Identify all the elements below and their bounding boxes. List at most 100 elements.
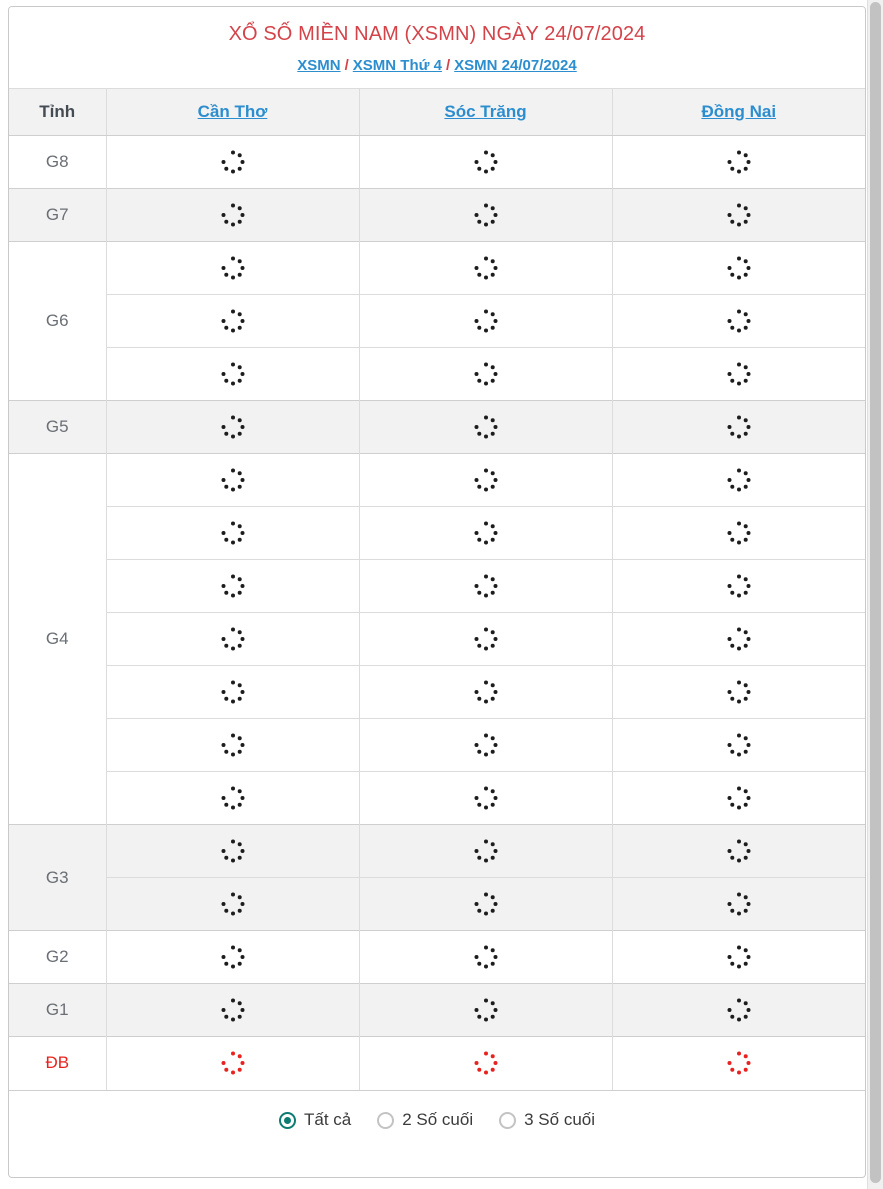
column-header-tinh: Tỉnh <box>9 88 107 136</box>
result-cell <box>106 400 360 454</box>
result-cell <box>612 877 865 931</box>
loading-spinner <box>726 202 752 228</box>
loading-spinner <box>473 149 499 175</box>
result-cell <box>359 347 613 401</box>
result-cell <box>359 506 613 560</box>
loading-spinner <box>220 891 246 917</box>
column-header-can-tho: Cần Thơ <box>106 88 360 136</box>
loading-spinner <box>220 944 246 970</box>
loading-spinner <box>726 626 752 652</box>
result-cell <box>359 718 613 772</box>
loading-spinner <box>473 785 499 811</box>
result-cell <box>359 400 613 454</box>
results-table: Tỉnh Cần Thơ Sóc Trăng Đồng Nai G8 G7 G6 G5… <box>9 88 865 1090</box>
vertical-scrollbar[interactable] <box>867 0 883 1189</box>
radio-label-2-so-cuoi: 2 Số cuối <box>402 1110 474 1129</box>
result-cell <box>106 824 360 878</box>
prize-label-g2: G2 <box>9 930 107 984</box>
result-cell <box>106 612 360 666</box>
table-row <box>9 612 865 666</box>
loading-spinner <box>220 573 246 599</box>
radio-option-tat-ca[interactable]: Tất cả <box>278 1110 351 1130</box>
prize-label-đb: ĐB <box>9 1036 107 1090</box>
loading-spinner <box>220 838 246 864</box>
result-cell <box>612 559 865 613</box>
result-cell <box>612 506 865 560</box>
province-link-can-tho[interactable]: Cần Thơ <box>198 102 268 121</box>
table-row: G2 <box>9 930 865 984</box>
result-cell <box>106 930 360 984</box>
radio-option-3-so-cuoi[interactable]: 3 Số cuối <box>499 1110 595 1130</box>
table-row <box>9 347 865 401</box>
table-row: G5 <box>9 400 865 454</box>
table-header-row: Tỉnh Cần Thơ Sóc Trăng Đồng Nai <box>9 88 865 136</box>
table-row <box>9 294 865 348</box>
result-cell <box>359 135 613 189</box>
result-cell <box>359 559 613 613</box>
result-cell <box>612 1036 865 1090</box>
table-row: G4 <box>9 453 865 825</box>
result-cell <box>612 135 865 189</box>
scrollbar-thumb[interactable] <box>870 2 881 1183</box>
result-cell <box>359 930 613 984</box>
filter-footer: Tất cả 2 Số cuối 3 Số cuối <box>9 1089 865 1150</box>
loading-spinner <box>726 149 752 175</box>
result-cell <box>106 559 360 613</box>
breadcrumb-link-xsmn[interactable]: XSMN <box>297 57 340 74</box>
breadcrumb-link-xsmn-date[interactable]: XSMN 24/07/2024 <box>454 57 577 74</box>
result-cell <box>359 1036 613 1090</box>
result-cell <box>612 930 865 984</box>
loading-spinner <box>473 838 499 864</box>
loading-spinner <box>220 255 246 281</box>
result-header: XỔ SỐ MIỀN NAM (XSMN) NGÀY 24/07/2024 XS… <box>9 7 865 88</box>
loading-spinner <box>726 838 752 864</box>
radio-indicator-tat-ca[interactable] <box>278 1111 296 1129</box>
radio-indicator-3-so-cuoi[interactable] <box>499 1111 517 1129</box>
result-cell <box>106 1036 360 1090</box>
loading-spinner <box>473 732 499 758</box>
radio-indicator-2-so-cuoi[interactable] <box>377 1111 395 1129</box>
table-row: G8 <box>9 135 865 189</box>
loading-spinner <box>726 944 752 970</box>
result-cell <box>612 718 865 772</box>
loading-spinner <box>726 520 752 546</box>
province-link-soc-trang[interactable]: Sóc Trăng <box>444 102 526 121</box>
loading-spinner <box>473 997 499 1023</box>
loading-spinner <box>220 414 246 440</box>
table-row <box>9 771 865 825</box>
loading-spinner <box>220 149 246 175</box>
loading-spinner <box>473 308 499 334</box>
results-table-body: G8 G7 G6 G5 G4 G3 G2 G1 ĐB <box>9 135 865 1090</box>
loading-spinner <box>726 997 752 1023</box>
loading-spinner <box>726 308 752 334</box>
radio-option-2-so-cuoi[interactable]: 2 Số cuối <box>377 1110 473 1130</box>
radio-label-3-so-cuoi: 3 Số cuối <box>524 1110 596 1129</box>
result-cell <box>359 665 613 719</box>
result-cell <box>359 241 613 295</box>
loading-spinner <box>220 1050 246 1076</box>
prize-label-g6: G6 <box>9 241 107 401</box>
loading-spinner <box>220 997 246 1023</box>
loading-spinner <box>473 361 499 387</box>
loading-spinner <box>220 308 246 334</box>
result-cell <box>612 347 865 401</box>
loading-spinner <box>220 626 246 652</box>
breadcrumb-link-xsmn-thu-4[interactable]: XSMN Thứ 4 <box>353 57 442 74</box>
breadcrumb-separator: / <box>445 57 451 74</box>
loading-spinner <box>726 414 752 440</box>
result-cell <box>106 241 360 295</box>
result-cell <box>106 718 360 772</box>
table-row <box>9 665 865 719</box>
loading-spinner <box>473 891 499 917</box>
province-link-dong-nai[interactable]: Đồng Nai <box>701 102 776 121</box>
result-cell <box>106 347 360 401</box>
table-row <box>9 506 865 560</box>
loading-spinner <box>220 732 246 758</box>
result-cell <box>359 188 613 242</box>
loading-spinner <box>473 255 499 281</box>
loading-spinner <box>726 679 752 705</box>
loading-spinner <box>473 626 499 652</box>
loading-spinner <box>726 255 752 281</box>
loading-spinner <box>473 467 499 493</box>
column-header-soc-trang: Sóc Trăng <box>359 88 613 136</box>
